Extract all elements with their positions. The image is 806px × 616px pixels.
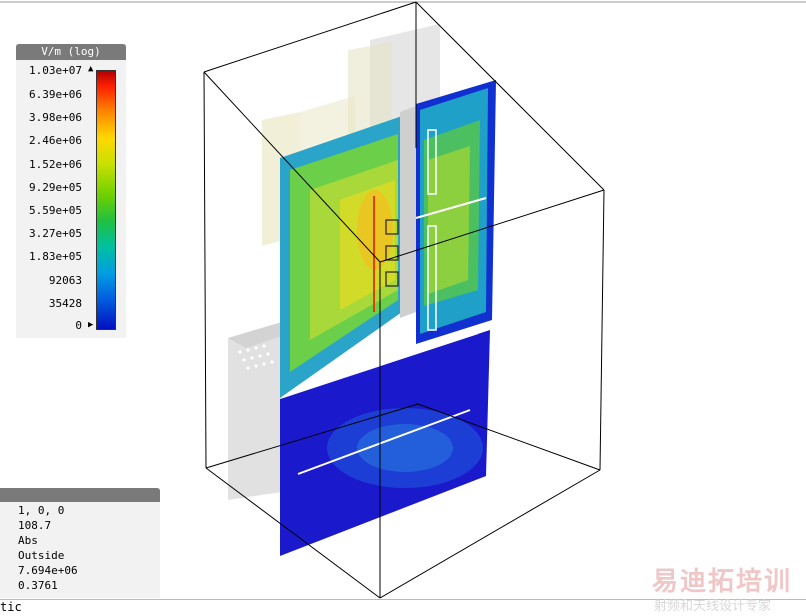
legend-tick: 9.29e+05 <box>29 181 82 194</box>
legend-tick: 2.46e+06 <box>29 134 82 147</box>
legend-title: V/m (log) <box>16 44 126 60</box>
upper-right-field-plane <box>415 80 496 344</box>
legend-tick: 1.03e+07 <box>29 64 82 77</box>
legend-max-marker-icon: ▲ <box>88 64 94 74</box>
probe-line: 7.694e+06 <box>18 564 78 577</box>
watermark-logo: 易迪拓培训 射频和天线设计专家 <box>652 561 806 615</box>
legend-tick: 1.83e+05 <box>29 250 82 263</box>
color-legend: V/m (log) ▲ ▶ 1.03e+07 6.39e+06 3.98e+06… <box>16 44 126 338</box>
legend-tick: 1.52e+06 <box>29 158 82 171</box>
probe-line: 0.3761 <box>18 579 58 592</box>
probe-line: Outside <box>18 549 65 562</box>
legend-tick: 35428 <box>48 297 82 310</box>
probe-line: Abs <box>18 534 38 547</box>
legend-tick: 3.27e+05 <box>29 227 82 240</box>
status-text: tic <box>0 600 22 614</box>
probe-line: 108.7 <box>18 519 52 532</box>
watermark-title: 易迪拓培训 <box>652 567 793 597</box>
legend-tick: 6.39e+06 <box>29 88 82 101</box>
legend-tick: 3.98e+06 <box>29 111 82 124</box>
probe-info-panel: 1, 0, 0 108.7 Abs Outside 7.694e+06 0.37… <box>0 488 160 598</box>
upper-left-field-plane <box>280 116 402 398</box>
legend-tick: 92063 <box>48 274 82 287</box>
watermark-subtitle: 射频和天线设计专家 <box>654 599 772 614</box>
colorbar <box>96 70 116 330</box>
legend-tick: 5.59e+05 <box>29 204 82 217</box>
legend-min-marker-icon: ▶ <box>88 320 94 330</box>
probe-panel-header[interactable] <box>0 488 160 502</box>
legend-tick: 0 <box>75 319 82 332</box>
probe-line: 1, 0, 0 <box>18 504 65 517</box>
